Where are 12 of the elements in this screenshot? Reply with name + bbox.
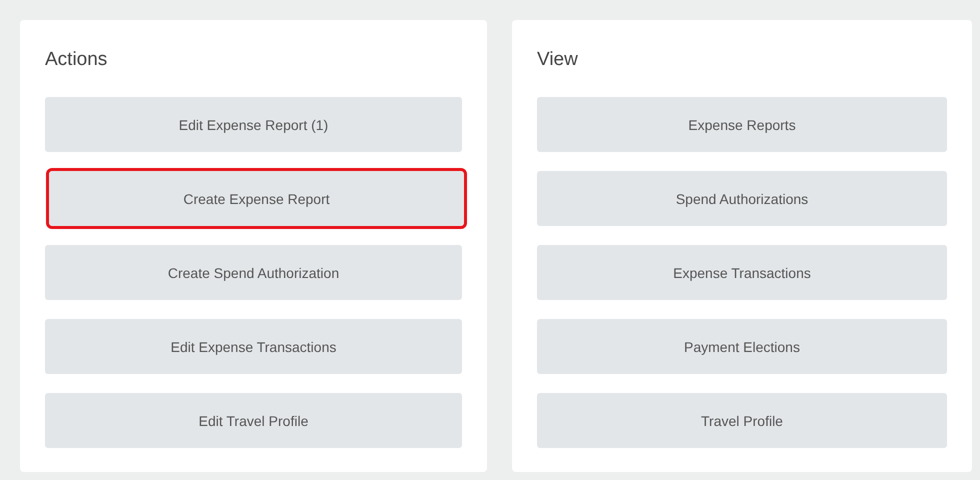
panel-title: View [537, 48, 579, 72]
action-button[interactable]: Edit Travel Profile [45, 393, 462, 448]
panel-title: Actions [45, 48, 108, 72]
action-button[interactable]: Create Expense Report [49, 171, 464, 226]
action-button[interactable]: Spend Authorizations [537, 171, 947, 226]
action-button[interactable]: Payment Elections [537, 319, 947, 374]
action-button[interactable]: Expense Transactions [537, 245, 947, 300]
action-button[interactable]: Edit Expense Report (1) [45, 97, 462, 152]
action-button[interactable]: Travel Profile [537, 393, 947, 448]
action-button[interactable]: Edit Expense Transactions [45, 319, 462, 374]
action-button[interactable]: Expense Reports [537, 97, 947, 152]
action-button[interactable]: Create Spend Authorization [45, 245, 462, 300]
